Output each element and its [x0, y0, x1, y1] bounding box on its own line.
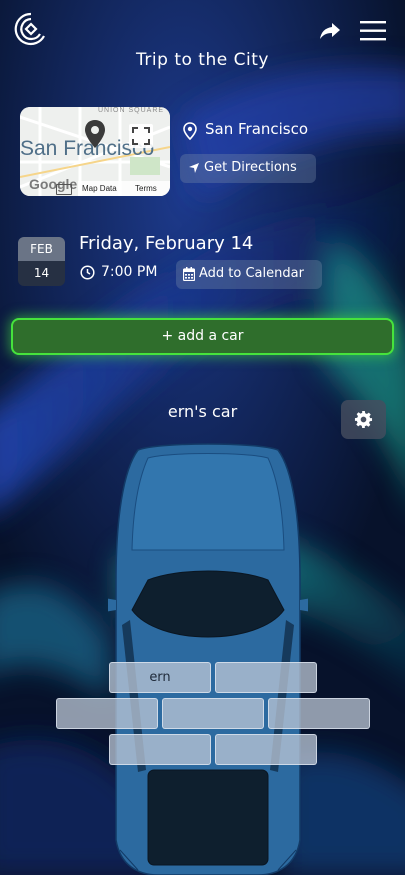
location-pin-icon: [183, 122, 197, 140]
navigation-arrow-icon: [189, 163, 199, 173]
expand-icon[interactable]: [129, 124, 153, 148]
seat-slot[interactable]: [215, 662, 317, 693]
map-data-link[interactable]: Map Data: [82, 184, 117, 193]
c-logo-icon[interactable]: [14, 12, 48, 46]
gear-icon: [354, 410, 373, 429]
map-street-label: UNION SQUARE: [98, 107, 165, 114]
add-to-calendar-button[interactable]: Add to Calendar: [176, 260, 322, 289]
seat-slot[interactable]: [162, 698, 264, 729]
clock-icon: [80, 265, 95, 280]
hamburger-menu-icon[interactable]: [360, 20, 386, 42]
add-car-button[interactable]: + add a car: [11, 318, 394, 355]
calendar-icon: [183, 267, 195, 281]
add-to-calendar-label: Add to Calendar: [199, 266, 304, 281]
map-terms-link[interactable]: Terms: [135, 184, 157, 193]
seat-slot[interactable]: ern: [109, 662, 211, 693]
car-settings-button[interactable]: [341, 400, 386, 439]
location-city: San Francisco: [205, 120, 309, 138]
map-thumbnail[interactable]: UNION SQUARE San Francisco Google Map Da…: [20, 107, 170, 196]
seat-slot[interactable]: [109, 734, 211, 765]
date-badge: FEB 14: [18, 237, 65, 286]
seat-slot[interactable]: [268, 698, 370, 729]
date-badge-day: 14: [18, 261, 65, 286]
event-time: 7:00 PM: [101, 264, 158, 280]
get-directions-label: Get Directions: [204, 160, 297, 175]
get-directions-button[interactable]: Get Directions: [180, 154, 316, 183]
seat-slot[interactable]: [215, 734, 317, 765]
share-arrow-icon[interactable]: [318, 20, 342, 42]
seat-slot[interactable]: [56, 698, 158, 729]
page-title: Trip to the City: [136, 50, 269, 70]
map-pin-icon: [85, 120, 105, 148]
car-top-view-illustration: [108, 443, 308, 875]
keyboard-icon[interactable]: [56, 184, 72, 195]
top-bar: Trip to the City: [0, 0, 405, 70]
date-badge-month: FEB: [18, 237, 65, 261]
event-date: Friday, February 14: [79, 233, 254, 254]
